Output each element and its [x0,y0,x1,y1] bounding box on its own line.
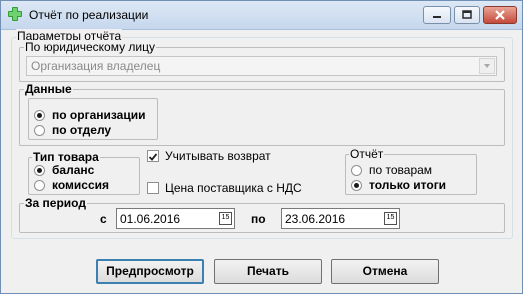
maximize-button[interactable] [454,6,480,24]
radio-balance-label[interactable]: баланс [52,163,94,177]
calendar-day-glyph: 15 [386,214,395,221]
radio-by-goods[interactable] [351,165,362,176]
date-to-label: по [251,212,266,226]
goods-type-legend: Тип товара [32,150,100,164]
date-from-value: 01.06.2016 [120,212,181,226]
period-legend: За период [24,196,87,210]
report-type-legend: Отчёт [349,147,385,161]
close-button[interactable] [483,6,517,24]
cancel-button[interactable]: Отмена [331,259,439,284]
print-button[interactable]: Печать [214,259,322,284]
date-to-value: 23.06.2016 [285,212,346,226]
checkbox-account-returns[interactable] [147,150,159,162]
dialog-window: Отчёт по реализации Параметры отчёта По … [0,0,523,294]
radio-commission-label[interactable]: комиссия [52,178,109,192]
green-plus-icon [8,7,22,21]
minimize-icon [433,16,441,18]
date-from-label: с [100,212,107,226]
data-legend: Данные [24,82,73,96]
title-bar[interactable]: Отчёт по реализации [1,1,522,30]
chevron-down-icon [484,64,490,68]
window-title: Отчёт по реализации [29,8,149,22]
checkbox-account-returns-label[interactable]: Учитывать возврат [165,149,271,163]
checkbox-supplier-price-vat-label[interactable]: Цена поставщика с НДС [165,181,302,195]
radio-commission[interactable] [34,180,45,191]
checkbox-supplier-price-vat[interactable] [147,182,159,194]
radio-totals-only[interactable] [351,180,362,191]
calendar-icon[interactable]: 15 [219,212,232,225]
combo-dropdown-button[interactable] [479,58,495,74]
maximize-icon [462,10,472,19]
radio-by-department[interactable] [34,125,45,136]
radio-by-organization-label[interactable]: по организации [52,108,145,122]
radio-balance[interactable] [34,165,45,176]
date-to-input[interactable]: 23.06.2016 15 [281,208,400,229]
legal-entity-combobox[interactable]: Организация владелец [26,56,497,76]
radio-totals-only-label[interactable]: только итоги [369,178,446,192]
calendar-icon[interactable]: 15 [384,212,397,225]
close-icon [495,10,505,20]
preview-button[interactable]: Предпросмотр [96,259,204,284]
minimize-button[interactable] [423,6,451,24]
legal-entity-legend: По юридическому лицу [24,40,156,54]
calendar-day-glyph: 15 [221,214,230,221]
radio-by-department-label[interactable]: по отделу [52,123,111,137]
radio-by-goods-label[interactable]: по товарам [369,163,432,177]
date-from-input[interactable]: 01.06.2016 15 [116,208,235,229]
radio-by-organization[interactable] [34,110,45,121]
legal-entity-combo-value: Организация владелец [31,59,161,73]
checkmark-icon [148,153,158,161]
